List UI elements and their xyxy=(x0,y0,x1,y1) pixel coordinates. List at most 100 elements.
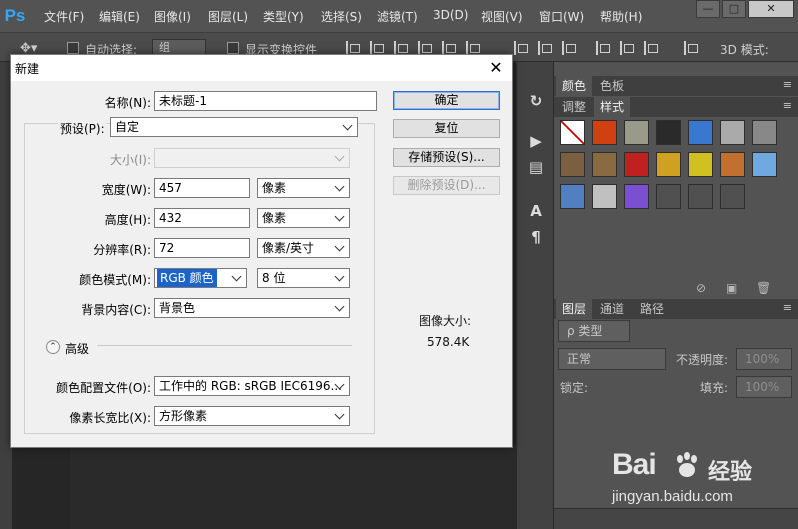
menu-view[interactable]: 视图(V) xyxy=(481,8,523,25)
tab-color[interactable]: 颜色 xyxy=(556,76,593,96)
auto-select-checkbox[interactable] xyxy=(67,42,79,54)
fill-field[interactable]: 100% xyxy=(736,376,792,398)
align-left-icon[interactable] xyxy=(346,41,360,55)
minimize-button[interactable]: — xyxy=(696,0,720,18)
tab-layers[interactable]: 图层 xyxy=(556,299,593,319)
fill-label: 填充: xyxy=(700,381,729,395)
pixel-aspect-select[interactable]: 方形像素 xyxy=(154,406,350,426)
style-swatch[interactable] xyxy=(592,152,617,177)
window-close-button[interactable]: ✕ xyxy=(748,0,794,18)
preset-select[interactable]: 自定 xyxy=(110,117,358,137)
opacity-label: 不透明度: xyxy=(676,353,729,367)
style-swatch[interactable] xyxy=(560,120,585,145)
style-swatch[interactable] xyxy=(720,120,745,145)
menu-layer[interactable]: 图层(L) xyxy=(208,8,248,25)
show-transform-checkbox[interactable] xyxy=(227,42,239,54)
height-unit-select[interactable]: 像素 xyxy=(257,208,350,228)
style-swatch[interactable] xyxy=(752,120,777,145)
panel-menu-icon[interactable]: ≡ xyxy=(783,301,792,314)
tab-styles[interactable]: 样式 xyxy=(594,97,631,117)
new-style-icon[interactable]: ▣ xyxy=(726,281,737,295)
opacity-field[interactable]: 100% xyxy=(736,348,792,370)
align-top-icon[interactable] xyxy=(418,41,432,55)
advanced-divider xyxy=(97,345,352,346)
menu-type[interactable]: 类型(Y) xyxy=(263,8,304,25)
clear-style-icon[interactable]: ⊘ xyxy=(696,281,706,295)
style-swatch[interactable] xyxy=(624,184,649,209)
bit-depth-select[interactable]: 8 位 xyxy=(257,268,350,288)
style-swatch[interactable] xyxy=(624,120,649,145)
dialog-close-icon[interactable]: ✕ xyxy=(486,58,506,78)
distribute-left-icon[interactable] xyxy=(596,41,610,55)
panel-menu-icon[interactable]: ≡ xyxy=(783,78,792,91)
menu-image[interactable]: 图像(I) xyxy=(154,8,191,25)
advanced-label[interactable]: 高级 xyxy=(65,340,89,357)
style-swatch[interactable] xyxy=(656,184,681,209)
advanced-toggle-icon[interactable]: ⌃ xyxy=(46,340,60,354)
height-unit: 像素 xyxy=(262,211,287,225)
ok-button[interactable]: 确定 xyxy=(393,91,500,110)
align-bottom-icon[interactable] xyxy=(466,41,480,55)
tab-swatches[interactable]: 色板 xyxy=(594,76,630,96)
menu-bar: Ps 文件(F) 编辑(E) 图像(I) 图层(L) 类型(Y) 选择(S) 滤… xyxy=(0,0,798,32)
paragraph-icon[interactable]: ¶ xyxy=(527,228,545,246)
style-swatch[interactable] xyxy=(688,120,713,145)
style-swatch[interactable] xyxy=(592,184,617,209)
menu-edit[interactable]: 编辑(E) xyxy=(99,8,140,25)
distribute-bottom-icon[interactable] xyxy=(562,41,576,55)
reset-button[interactable]: 复位 xyxy=(393,119,500,138)
resolution-field[interactable]: 72 xyxy=(154,238,250,258)
menu-filter[interactable]: 滤镜(T) xyxy=(377,8,418,25)
resolution-unit-select[interactable]: 像素/英寸 xyxy=(257,238,350,258)
style-swatch[interactable] xyxy=(592,120,617,145)
menu-file[interactable]: 文件(F) xyxy=(44,8,84,25)
history-icon[interactable]: ↻ xyxy=(527,92,545,110)
background-select[interactable]: 背景色 xyxy=(154,298,350,318)
color-profile-select[interactable]: 工作中的 RGB: sRGB IEC6196... xyxy=(154,376,350,396)
style-swatch[interactable] xyxy=(720,184,745,209)
style-swatch[interactable] xyxy=(656,152,681,177)
menu-window[interactable]: 窗口(W) xyxy=(539,8,584,25)
name-field[interactable]: 未标题-1 xyxy=(154,91,377,111)
align-right-icon[interactable] xyxy=(394,41,408,55)
actions-play-icon[interactable]: ▶ xyxy=(527,132,545,150)
width-field[interactable]: 457 xyxy=(154,178,250,198)
style-swatch[interactable] xyxy=(752,152,777,177)
distribute-vcenter-icon[interactable] xyxy=(538,41,552,55)
width-unit-select[interactable]: 像素 xyxy=(257,178,350,198)
style-swatch[interactable] xyxy=(688,152,713,177)
panel-menu-icon[interactable]: ≡ xyxy=(783,99,792,112)
save-preset-button[interactable]: 存储预设(S)... xyxy=(393,148,500,167)
color-mode-label: 颜色模式(M): xyxy=(79,273,151,287)
properties-icon[interactable]: ▤ xyxy=(527,158,545,176)
color-tabs: 颜色 色板 ≡ xyxy=(554,76,798,96)
distribute-hcenter-icon[interactable] xyxy=(620,41,634,55)
distribute-right-icon[interactable] xyxy=(644,41,658,55)
character-icon[interactable]: A xyxy=(527,202,545,220)
align-vcenter-icon[interactable] xyxy=(442,41,456,55)
distribute-top-icon[interactable] xyxy=(514,41,528,55)
tab-paths[interactable]: 路径 xyxy=(634,299,670,319)
size-select[interactable] xyxy=(154,148,350,168)
style-swatch[interactable] xyxy=(624,152,649,177)
height-field[interactable]: 432 xyxy=(154,208,250,228)
tab-adjustments[interactable]: 调整 xyxy=(556,97,592,117)
style-swatch[interactable] xyxy=(688,184,713,209)
auto-align-icon[interactable] xyxy=(684,41,698,55)
style-swatch[interactable] xyxy=(720,152,745,177)
color-mode-select[interactable]: RGB 颜色 xyxy=(154,268,247,288)
style-swatch[interactable] xyxy=(560,152,585,177)
style-swatch[interactable] xyxy=(656,120,681,145)
tab-channels[interactable]: 通道 xyxy=(594,299,630,319)
baidu-paw-icon xyxy=(677,452,697,477)
align-hcenter-icon[interactable] xyxy=(370,41,384,55)
menu-select[interactable]: 选择(S) xyxy=(321,8,362,25)
menu-3d[interactable]: 3D(D) xyxy=(433,8,468,22)
blend-mode-select[interactable]: 正常 xyxy=(558,348,666,370)
window-close-icon: ✕ xyxy=(766,2,776,15)
layer-kind-filter[interactable]: ρ 类型 xyxy=(558,320,630,342)
restore-button[interactable]: □ xyxy=(722,0,746,18)
style-swatch[interactable] xyxy=(560,184,585,209)
menu-help[interactable]: 帮助(H) xyxy=(600,8,642,25)
delete-style-icon[interactable]: 🗑 xyxy=(756,281,771,295)
